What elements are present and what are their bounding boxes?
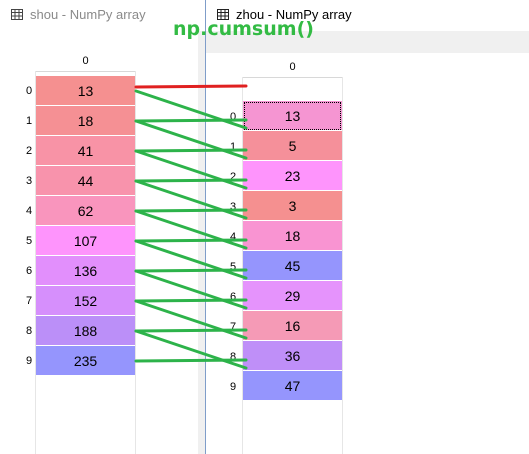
green-arrow-line [134, 238, 248, 243]
red-arrow-line [134, 84, 248, 89]
green-arrow-line [134, 269, 248, 310]
green-arrow-line [134, 328, 248, 333]
green-arrow-line [134, 268, 248, 273]
green-arrow-line [134, 89, 248, 130]
green-arrow-line [134, 148, 248, 153]
green-arrow-line [134, 118, 248, 123]
green-arrow-line [134, 299, 248, 340]
green-arrow-line [134, 239, 248, 280]
green-arrow-line [134, 209, 248, 250]
cumsum-arrows-overlay [134, 84, 248, 370]
green-arrow-line [134, 179, 248, 220]
green-arrow-line [134, 178, 248, 183]
green-arrow-line [134, 119, 248, 160]
green-arrow-line [134, 329, 248, 370]
green-arrow-line [134, 149, 248, 190]
green-arrow-line [134, 208, 248, 213]
green-arrow-line [134, 298, 248, 303]
green-arrow-line [134, 358, 248, 363]
